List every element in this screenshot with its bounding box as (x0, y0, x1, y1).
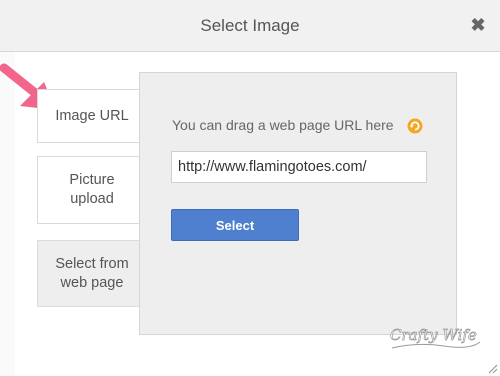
close-icon[interactable]: ✖ (468, 15, 488, 35)
image-url-input[interactable] (171, 151, 427, 183)
nav-select-from-web-page[interactable]: Select from web page (37, 240, 147, 307)
nav-picture-upload[interactable]: Picture upload (37, 156, 147, 224)
crafty-wife-watermark: Crafty Wife (390, 326, 481, 349)
nav-image-url[interactable]: Image URL (37, 89, 147, 143)
svg-text:Crafty Wife: Crafty Wife (390, 326, 477, 344)
image-url-panel: You can drag a web page URL here Select (139, 72, 457, 335)
resize-grip-icon[interactable] (486, 362, 498, 374)
dialog-header: Select Image ✖ (0, 0, 500, 52)
nav-picture-upload-label: Picture upload (69, 172, 115, 207)
orange-refresh-icon (407, 118, 423, 134)
dialog-title: Select Image (200, 16, 300, 35)
nav-image-url-label: Image URL (55, 107, 129, 124)
drag-hint-text: You can drag a web page URL here (172, 117, 394, 133)
select-button[interactable]: Select (171, 209, 299, 241)
nav-select-from-web-page-label: Select from web page (55, 255, 129, 291)
